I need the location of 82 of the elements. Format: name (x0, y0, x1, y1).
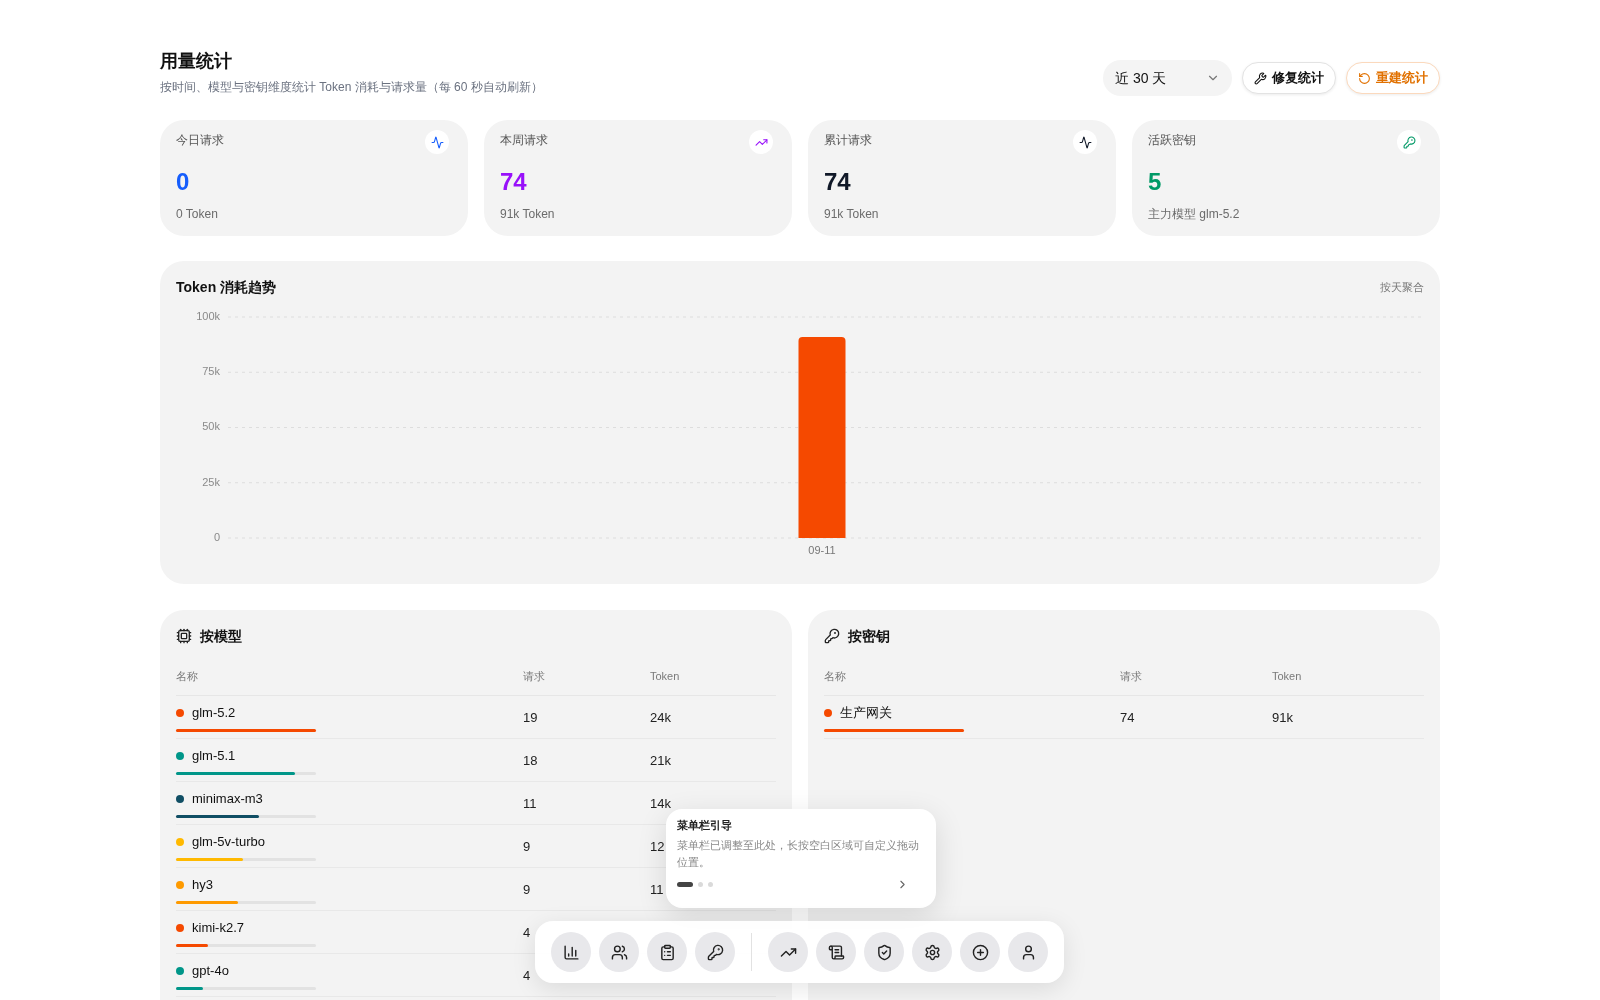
refresh-icon (1358, 71, 1371, 85)
clipboard-button[interactable] (647, 932, 687, 972)
trending-up-icon (749, 130, 773, 154)
popover-text: 菜单栏已调整至此处，长按空白区域可自定义拖动位置。 (677, 838, 920, 870)
request-count: 74 (1120, 709, 1135, 727)
users-icon (610, 943, 628, 961)
request-count: 11 (523, 795, 537, 813)
toolbar-button[interactable]: 修复统计 (1242, 62, 1336, 94)
request-count: 9 (523, 838, 531, 856)
popover-title: 菜单栏引导 (677, 818, 732, 833)
axis-category-label: 09-11 (808, 543, 836, 556)
scroll-button[interactable] (816, 932, 856, 972)
settings-icon (923, 943, 941, 961)
plus-circle-icon (971, 943, 989, 961)
trend-button[interactable] (768, 932, 808, 972)
key-icon (1397, 130, 1421, 154)
shield-check-icon (875, 943, 893, 961)
key-icon (706, 943, 724, 961)
axis-tick-label: 100k (196, 309, 220, 322)
bar-chart-icon (562, 943, 580, 961)
token-count: 91k (1272, 709, 1293, 727)
axis-tick-label: 25k (202, 475, 220, 488)
model-name: glm-5v-turbo (192, 833, 265, 851)
axis-tick-label: 50k (202, 420, 220, 433)
token-count: 12 (650, 838, 665, 856)
card-title: 按模型 (200, 627, 242, 646)
stat-label: 累计请求 (824, 132, 872, 149)
request-count: 18 (523, 752, 538, 770)
users-button[interactable] (599, 932, 639, 972)
key-icon (824, 628, 840, 644)
scroll-icon (827, 943, 845, 961)
token-count: 21k (650, 752, 671, 770)
stat-value: 0 (176, 167, 190, 197)
request-count: 9 (523, 881, 531, 899)
stat-subtext: 0 Token (176, 206, 218, 223)
clipboard-icon (658, 943, 676, 961)
shield-button[interactable] (864, 932, 904, 972)
chart-title: Token 消耗趋势 (176, 278, 277, 297)
token-count: 24k (650, 709, 671, 727)
add-button[interactable] (960, 932, 1000, 972)
token-count: 11 (650, 881, 664, 899)
request-count: 4 (523, 924, 531, 942)
range-select[interactable]: 近 30 天 (1103, 60, 1232, 96)
axis-tick-label: 0 (213, 530, 220, 543)
model-name: kimi-k2.7 (192, 919, 244, 937)
column-header: 请求 (523, 669, 546, 684)
pulse-icon (425, 130, 449, 154)
axis-tick-label: 75k (202, 365, 220, 378)
stat-subtext: 91k Token (824, 206, 879, 223)
column-header: 名称 (824, 669, 847, 684)
stat-value: 5 (1148, 167, 1162, 197)
model-name: minimax-m3 (192, 790, 263, 808)
stat-label: 活跃密钥 (1148, 132, 1196, 149)
page-title: 用量统计 (160, 50, 232, 73)
request-count: 4 (523, 967, 531, 985)
stat-value: 74 (824, 167, 851, 197)
column-header: Token (650, 669, 681, 684)
wrench-icon (1254, 71, 1267, 85)
key-button[interactable] (695, 932, 735, 972)
stat-label: 本周请求 (500, 132, 548, 149)
chip-icon (176, 628, 192, 644)
page-subtitle: 按时间、模型与密钥维度统计 Token 消耗与请求量（每 60 秒自动刷新） (160, 79, 543, 96)
token-count: 14k (650, 795, 671, 813)
model-name: glm-5.1 (192, 747, 236, 765)
column-header: 名称 (176, 669, 199, 684)
stat-subtext: 91k Token (500, 206, 555, 223)
key-name: 生产网关 (840, 704, 892, 722)
column-header: Token (1272, 669, 1303, 684)
stat-value: 74 (500, 167, 527, 197)
model-name: gpt-4o (192, 962, 229, 980)
model-name: hy3 (192, 876, 213, 894)
request-count: 19 (523, 709, 538, 727)
card-title: 按密钥 (848, 627, 890, 646)
column-header: 请求 (1120, 669, 1143, 684)
model-name: glm-5.2 (192, 704, 236, 722)
stat-subtext: 主力模型 glm-5.2 (1148, 206, 1240, 223)
profile-button[interactable] (1008, 932, 1048, 972)
chart-button[interactable] (551, 932, 591, 972)
stat-label: 今日请求 (176, 132, 224, 149)
aggregation-label: 按天聚合 (1380, 279, 1424, 295)
pulse-icon (1073, 130, 1097, 154)
settings-button[interactable] (912, 932, 952, 972)
